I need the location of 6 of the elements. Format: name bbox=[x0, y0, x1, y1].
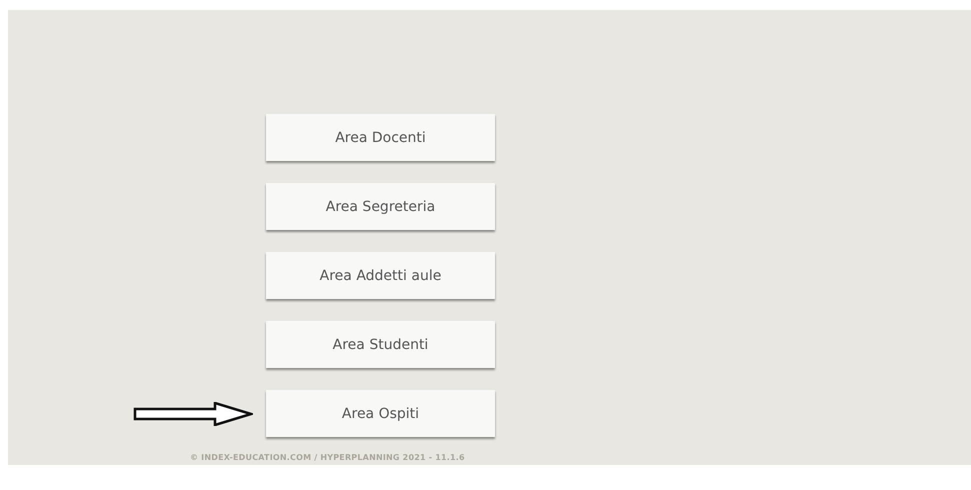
area-button[interactable]: Area Segreteria bbox=[266, 183, 495, 230]
area-button[interactable]: Area Studenti bbox=[266, 321, 495, 368]
area-button[interactable]: Area Docenti bbox=[266, 114, 495, 161]
area-button[interactable]: Area Ospiti bbox=[266, 390, 495, 437]
copyright-text: © INDEX-EDUCATION.COM / HYPERPLANNING 2021 - 11.1.6 bbox=[190, 453, 465, 462]
area-button[interactable]: Area Addetti aule bbox=[266, 252, 495, 299]
